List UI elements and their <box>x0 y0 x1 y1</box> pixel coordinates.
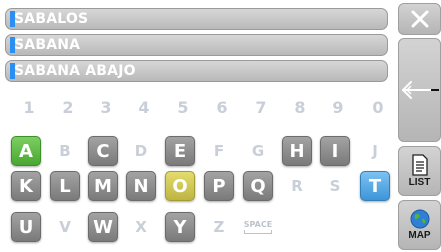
key-u[interactable]: U <box>11 212 41 242</box>
digit-key: 5 <box>177 98 189 117</box>
key-o[interactable]: O <box>165 171 195 201</box>
key-t[interactable]: T <box>360 171 390 201</box>
sidebar: LIST MAP <box>398 0 441 252</box>
digit-key: 3 <box>100 98 112 117</box>
space-key-label: SPACE <box>243 220 273 229</box>
suggestion-label: SABANA <box>14 37 81 53</box>
list-label: LIST <box>408 177 431 188</box>
key-m[interactable]: M <box>88 171 118 201</box>
close-icon <box>411 10 428 28</box>
key-k[interactable]: K <box>11 171 41 201</box>
digit-key: 7 <box>255 98 267 117</box>
map-button[interactable]: MAP <box>398 200 441 250</box>
key-j: J <box>372 142 378 160</box>
digit-key: 9 <box>332 98 344 117</box>
space-bar-icon <box>244 230 272 234</box>
key-h[interactable]: H <box>282 136 312 166</box>
suggestion-label: SABANA ABAJO <box>14 63 136 79</box>
suggestion-item[interactable]: SABANA ABAJO <box>5 60 388 82</box>
suggestion-label: SABALOS <box>14 11 89 27</box>
backspace-arrow-icon <box>401 81 439 99</box>
keyboard-row-2: KLMNOPQR S T <box>0 171 398 204</box>
key-q[interactable]: Q <box>243 171 273 201</box>
list-button[interactable]: LIST <box>398 146 441 196</box>
digit-key: 0 <box>372 98 384 117</box>
digit-row: 1 2 3 4 5 6 7 8 9 0 <box>0 96 398 120</box>
key-w[interactable]: W <box>88 212 118 242</box>
key-v: V <box>59 218 71 236</box>
key-p[interactable]: P <box>204 171 234 201</box>
close-button[interactable] <box>398 3 441 35</box>
list-document-icon <box>411 154 428 176</box>
key-d: D <box>134 142 148 160</box>
key-s: S <box>329 177 341 195</box>
key-b: B <box>59 142 71 160</box>
key-g: G <box>251 142 265 160</box>
digit-key: 4 <box>138 98 150 117</box>
keyboard-row-3: U V W X Y Z SPACE <box>0 212 398 245</box>
key-z: Z <box>213 218 225 236</box>
key-e[interactable]: E <box>165 136 195 166</box>
space-key[interactable]: SPACE <box>238 212 278 242</box>
key-l[interactable]: L <box>50 171 80 201</box>
digit-key: 8 <box>294 98 306 117</box>
digit-key: 2 <box>62 98 74 117</box>
backspace-button[interactable] <box>398 38 441 142</box>
map-label: MAP <box>408 230 431 241</box>
digit-key: 6 <box>216 98 228 117</box>
key-x: X <box>135 218 147 236</box>
globe-map-icon <box>410 209 429 229</box>
key-y[interactable]: Y <box>165 212 195 242</box>
key-i[interactable]: I <box>320 136 350 166</box>
suggestion-item[interactable]: SABALOS <box>5 8 388 30</box>
key-c[interactable]: C <box>88 136 118 166</box>
digit-key: 1 <box>23 98 35 117</box>
suggestion-item[interactable]: SABANA <box>5 34 388 56</box>
key-f: F <box>213 142 225 160</box>
key-a[interactable]: A <box>11 136 41 166</box>
key-r: R <box>291 177 303 195</box>
key-n[interactable]: N <box>126 171 156 201</box>
keyboard-row-1: ABCDEF GHI J <box>0 136 398 169</box>
